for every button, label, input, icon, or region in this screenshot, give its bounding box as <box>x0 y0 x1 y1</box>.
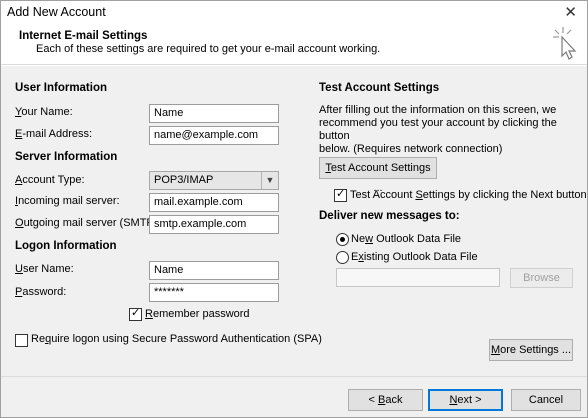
remember-password-label[interactable]: Remember password <box>145 308 250 320</box>
back-button[interactable]: < Back <box>348 389 423 411</box>
add-new-account-dialog: Add New Account ✕ Internet E-mail Settin… <box>0 0 588 418</box>
require-spa-label[interactable]: Require logon using Secure Password Auth… <box>31 333 322 345</box>
incoming-server-input[interactable]: mail.example.com <box>149 193 279 212</box>
deliver-messages-heading: Deliver new messages to: <box>319 210 460 222</box>
dialog-footer: < Back Next > Cancel <box>1 376 587 417</box>
wizard-header: Internet E-mail Settings Each of these s… <box>1 25 587 65</box>
logon-information-heading: Logon Information <box>15 240 117 252</box>
chevron-down-icon[interactable]: ▼ <box>261 172 278 189</box>
user-name-input[interactable]: Name <box>149 261 279 280</box>
close-icon[interactable]: ✕ <box>564 3 577 21</box>
user-information-heading: User Information <box>15 82 108 94</box>
cancel-button[interactable]: Cancel <box>511 389 581 411</box>
dialog-body: User Information Your Name: Name E-mail … <box>1 66 587 376</box>
user-name-label: User Name: <box>15 263 74 275</box>
more-settings-button[interactable]: More Settings ... <box>489 339 573 361</box>
require-spa-checkbox[interactable] <box>15 334 28 347</box>
window-title: Add New Account <box>7 5 106 19</box>
existing-data-file-radio[interactable] <box>336 251 349 264</box>
test-account-settings-button[interactable]: Test Account Settings ... <box>319 157 437 194</box>
next-button[interactable]: Next > <box>428 389 503 411</box>
account-type-label: Account Type: <box>15 174 85 186</box>
title-bar: Add New Account ✕ <box>1 1 587 25</box>
existing-data-file-path[interactable] <box>336 268 500 287</box>
test-account-settings-heading: Test Account Settings <box>319 82 440 94</box>
account-type-select[interactable]: POP3/IMAP ▼ <box>149 171 279 190</box>
outgoing-server-label: Outgoing mail server (SMTP): <box>15 217 161 229</box>
wizard-sparkle-icon <box>553 27 577 60</box>
test-on-next-label[interactable]: Test Account Settings by clicking the Ne… <box>350 189 587 201</box>
account-type-value: POP3/IMAP <box>154 174 214 186</box>
email-address-label: E-mail Address: <box>15 128 93 140</box>
your-name-input[interactable]: Name <box>149 104 279 123</box>
radio-selected-dot <box>340 237 345 242</box>
checkmark-icon: ✓ <box>336 188 346 200</box>
remember-password-checkbox[interactable]: ✓ <box>129 307 142 321</box>
browse-button[interactable]: Browse <box>510 268 573 288</box>
your-name-label: Your Name: <box>15 106 73 118</box>
email-address-input[interactable]: name@example.com <box>149 126 279 145</box>
existing-data-file-label[interactable]: Existing Outlook Data File <box>351 251 478 263</box>
checkmark-icon: ✓ <box>131 307 141 319</box>
header-title: Internet E-mail Settings <box>19 30 148 42</box>
test-settings-description: After filling out the information on thi… <box>319 104 557 155</box>
server-information-heading: Server Information <box>15 151 118 163</box>
test-on-next-checkbox[interactable]: ✓ <box>334 188 347 202</box>
password-input[interactable]: ******* <box>149 283 279 302</box>
new-data-file-label[interactable]: New Outlook Data File <box>351 233 461 245</box>
incoming-server-label: Incoming mail server: <box>15 195 120 207</box>
outgoing-server-input[interactable]: smtp.example.com <box>149 215 279 234</box>
password-label: Password: <box>15 286 67 298</box>
new-data-file-radio[interactable] <box>336 233 349 246</box>
header-subtitle: Each of these settings are required to g… <box>36 43 381 55</box>
